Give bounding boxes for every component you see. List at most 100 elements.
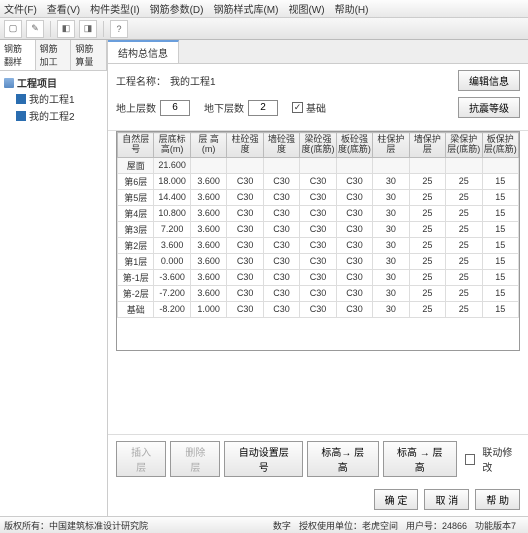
table-cell[interactable]: 3.600	[154, 237, 190, 253]
col-header[interactable]: 层底标高(m)	[154, 133, 190, 158]
table-cell[interactable]: C30	[263, 269, 299, 285]
menu-file[interactable]: 文件(F)	[4, 1, 37, 16]
table-cell[interactable]: C30	[336, 189, 372, 205]
table-cell[interactable]	[263, 157, 299, 173]
table-cell[interactable]: 3.600	[190, 205, 226, 221]
table-cell[interactable]: 18.000	[154, 173, 190, 189]
table-cell[interactable]: C30	[300, 285, 336, 301]
table-cell[interactable]: 30	[373, 285, 409, 301]
linked-edit-checkbox[interactable]	[465, 454, 475, 465]
menu-param[interactable]: 钢筋参数(D)	[150, 1, 204, 16]
table-row[interactable]: 第-2层-7.2003.600C30C30C30C3030252515	[118, 285, 519, 301]
menu-view[interactable]: 查看(V)	[47, 1, 80, 16]
col-header[interactable]: 墙砼强度	[263, 133, 299, 158]
table-cell[interactable]: 25	[446, 205, 482, 221]
table-cell[interactable]: C30	[336, 173, 372, 189]
table-cell[interactable]: C30	[336, 285, 372, 301]
table-row[interactable]: 第4层10.8003.600C30C30C30C3030252515	[118, 205, 519, 221]
table-cell[interactable]: 25	[446, 285, 482, 301]
table-cell[interactable]	[300, 157, 336, 173]
table-cell[interactable]: 25	[409, 237, 445, 253]
table-cell[interactable]: 15	[482, 269, 518, 285]
col-header[interactable]: 梁砼强度(底筋)	[300, 133, 336, 158]
table-cell[interactable]	[482, 157, 518, 173]
table-cell[interactable]: 第-1层	[118, 269, 154, 285]
table-cell[interactable]: 25	[409, 221, 445, 237]
table-cell[interactable]: -7.200	[154, 285, 190, 301]
table-cell[interactable]: 14.400	[154, 189, 190, 205]
table-cell[interactable]: 25	[446, 189, 482, 205]
tab-rebar-sample[interactable]: 钢筋翻样	[0, 40, 36, 70]
table-cell[interactable]: C30	[263, 221, 299, 237]
table-row[interactable]: 第6层18.0003.600C30C30C30C3030252515	[118, 173, 519, 189]
menu-viewm[interactable]: 视图(W)	[288, 1, 324, 16]
table-cell[interactable]: C30	[336, 269, 372, 285]
table-row[interactable]: 第5层14.4003.600C30C30C30C3030252515	[118, 189, 519, 205]
table-row[interactable]: 第2层3.6003.600C30C30C30C3030252515	[118, 237, 519, 253]
table-cell[interactable]: 第5层	[118, 189, 154, 205]
table-cell[interactable]: 21.600	[154, 157, 190, 173]
table-cell[interactable]: 30	[373, 253, 409, 269]
table-cell[interactable]: C30	[336, 237, 372, 253]
table-cell[interactable]	[446, 157, 482, 173]
table-cell[interactable]: 3.600	[190, 189, 226, 205]
above-floors-input[interactable]	[160, 100, 190, 116]
menu-help[interactable]: 帮助(H)	[335, 1, 369, 16]
table-cell[interactable]: 25	[446, 221, 482, 237]
ok-button[interactable]: 确 定	[374, 489, 419, 510]
table-cell[interactable]	[373, 157, 409, 173]
table-cell[interactable]: 15	[482, 285, 518, 301]
seismic-button[interactable]: 抗震等级	[458, 97, 520, 118]
table-cell[interactable]: 3.600	[190, 253, 226, 269]
table-cell[interactable]: 7.200	[154, 221, 190, 237]
table-cell[interactable]: 25	[446, 173, 482, 189]
table-cell[interactable]: C30	[263, 237, 299, 253]
table-cell[interactable]: C30	[227, 269, 263, 285]
table-cell[interactable]: C30	[300, 221, 336, 237]
table-cell[interactable]: C30	[336, 301, 372, 317]
tree-root[interactable]: 工程项目	[4, 75, 103, 90]
table-cell[interactable]: 25	[446, 301, 482, 317]
new-icon[interactable]: ▢	[4, 20, 22, 38]
table-cell[interactable]: C30	[300, 189, 336, 205]
auto-number-button[interactable]: 自动设置层号	[224, 441, 302, 477]
table-cell[interactable]: 3.600	[190, 221, 226, 237]
table-cell[interactable]: 0.000	[154, 253, 190, 269]
cancel-button[interactable]: 取 消	[424, 489, 469, 510]
table-cell[interactable]: 30	[373, 301, 409, 317]
table-cell[interactable]: 第4层	[118, 205, 154, 221]
col-header[interactable]: 墙保护层	[409, 133, 445, 158]
below-floors-input[interactable]	[248, 100, 278, 116]
table-cell[interactable]: 基础	[118, 301, 154, 317]
table-cell[interactable]: 15	[482, 221, 518, 237]
table-cell[interactable]: 3.600	[190, 269, 226, 285]
table-cell[interactable]	[336, 157, 372, 173]
table-cell[interactable]: 25	[409, 301, 445, 317]
table-cell[interactable]: 3.600	[190, 285, 226, 301]
table-cell[interactable]: C30	[263, 301, 299, 317]
table-cell[interactable]: C30	[263, 205, 299, 221]
col-header[interactable]: 层 高(m)	[190, 133, 226, 158]
table-cell[interactable]	[227, 157, 263, 173]
col-header[interactable]: 自然层号	[118, 133, 154, 158]
table-cell[interactable]: 25	[409, 189, 445, 205]
table-cell[interactable]: 30	[373, 237, 409, 253]
table-cell[interactable]: 15	[482, 253, 518, 269]
table-cell[interactable]: 15	[482, 189, 518, 205]
table-cell[interactable]: 15	[482, 173, 518, 189]
table-cell[interactable]: 25	[409, 253, 445, 269]
table-cell[interactable]: 15	[482, 205, 518, 221]
tool-icon[interactable]: ◧	[57, 20, 75, 38]
table-cell[interactable]	[190, 157, 226, 173]
table-cell[interactable]: C30	[227, 221, 263, 237]
table-cell[interactable]: C30	[336, 205, 372, 221]
table-cell[interactable]: 30	[373, 189, 409, 205]
delete-row-button[interactable]: 删除层	[170, 441, 220, 477]
table-cell[interactable]: 第3层	[118, 221, 154, 237]
table-cell[interactable]: 30	[373, 205, 409, 221]
table-row[interactable]: 屋面21.600	[118, 157, 519, 173]
table-cell[interactable]: 3.600	[190, 173, 226, 189]
table-cell[interactable]: 屋面	[118, 157, 154, 173]
table-row[interactable]: 基础-8.2001.000C30C30C30C3030252515	[118, 301, 519, 317]
tab-rebar-process[interactable]: 钢筋加工	[36, 40, 72, 70]
